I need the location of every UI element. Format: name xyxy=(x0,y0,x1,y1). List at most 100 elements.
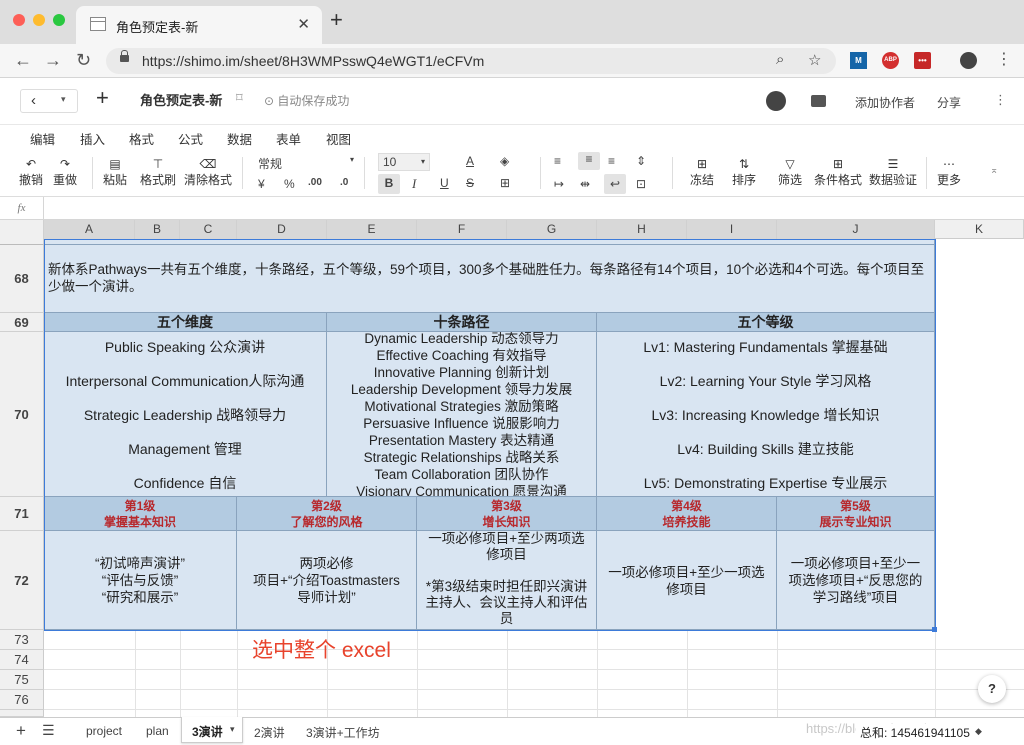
undo-button[interactable]: ↶ 撤销 xyxy=(16,157,46,188)
levels-cell[interactable]: Lv1: Mastering Fundamentals 掌握基础 Lv2: Le… xyxy=(597,332,935,497)
menu-view[interactable]: 视图 xyxy=(326,129,351,148)
sum-readout[interactable]: 总和: 145461941105 xyxy=(856,724,974,741)
sheet-grid[interactable]: 68 新体系Pathways一共有五个维度，十条路经，五个等级，59个项目，30… xyxy=(0,239,1024,717)
number-format-select[interactable]: 常规 ▾ xyxy=(258,155,354,172)
font-color-button[interactable]: A xyxy=(466,154,474,168)
sheet-tab-2[interactable]: 2演讲 xyxy=(254,724,285,741)
font-size-select[interactable]: 10 ▾ xyxy=(378,153,430,171)
level-3-header[interactable]: 第3级 增长知识 xyxy=(417,497,597,531)
collapse-toolbar-icon[interactable]: ⌅ xyxy=(990,165,998,176)
vertical-align-icon[interactable]: ⇕ xyxy=(636,154,646,168)
currency-button[interactable]: ¥ xyxy=(258,177,265,191)
level-2-body[interactable]: 两项必修 项目+“介绍Toastmasters 导师计划” xyxy=(237,531,417,630)
sheet-tab-plan[interactable]: plan xyxy=(146,724,169,738)
header-levels[interactable]: 五个等级 xyxy=(597,313,935,332)
level-3-body[interactable]: 一项必修项目+至少两项选 修项目 *第3级结束时担任即兴演讲 主持人、会议主持人… xyxy=(417,531,597,630)
paths-cell[interactable]: Dynamic Leadership 动态领导力 Effective Coach… xyxy=(327,332,597,497)
sheet-list-icon[interactable]: ☰ xyxy=(42,722,55,739)
increase-decimal-button[interactable]: .00 xyxy=(308,177,322,188)
data-validation-button[interactable]: ☰ 数据验证 xyxy=(866,157,920,188)
menu-formula[interactable]: 公式 xyxy=(178,129,203,148)
chevron-down-icon[interactable]: ◆ xyxy=(975,726,982,737)
freeze-button[interactable]: ⊞ 冻结 xyxy=(686,157,718,188)
forward-icon[interactable]: → xyxy=(44,50,62,71)
search-icon[interactable]: ⌕ xyxy=(776,51,784,68)
sort-button[interactable]: ⇅ 排序 xyxy=(728,157,760,188)
row-header-69[interactable]: 69 xyxy=(0,313,44,332)
formula-bar[interactable]: fx xyxy=(0,197,1024,220)
italic-button[interactable]: I xyxy=(412,176,416,192)
back-icon[interactable]: ← xyxy=(14,50,32,71)
row-header-74[interactable]: 74 xyxy=(0,650,44,670)
doc-title[interactable]: 角色预定表-新 xyxy=(140,90,222,109)
add-collaborator-button[interactable]: 添加协作者 xyxy=(855,94,915,111)
column-header-a[interactable]: A xyxy=(44,220,135,239)
level-5-body[interactable]: 一项必修项目+至少一 项选修项目+“反思您的 学习路线”项目 xyxy=(777,531,935,630)
minimize-window-button[interactable] xyxy=(33,14,45,26)
extension-dots-icon[interactable]: ••• xyxy=(914,52,931,69)
intro-cell[interactable]: 新体系Pathways一共有五个维度，十条路经，五个等级，59个项目，300多个… xyxy=(44,245,935,313)
percent-button[interactable]: % xyxy=(284,177,295,191)
align-right-icon[interactable]: ≡ xyxy=(608,154,615,168)
wrap-text-icon[interactable]: ↩ xyxy=(604,174,626,194)
format-painter-button[interactable]: ⊤ 格式刷 xyxy=(138,157,178,188)
close-tab-icon[interactable]: ✕ xyxy=(297,15,310,33)
menu-insert[interactable]: 插入 xyxy=(80,129,105,148)
level-2-header[interactable]: 第2级 了解您的风格 xyxy=(237,497,417,531)
profile-icon[interactable] xyxy=(960,52,977,69)
menu-format[interactable]: 格式 xyxy=(129,129,154,148)
sheet-tab-active[interactable]: 3演讲 ▾ xyxy=(181,717,243,743)
more-button[interactable]: ⋯ 更多 xyxy=(934,157,964,188)
redo-button[interactable]: ↷ 重做 xyxy=(50,157,80,188)
level-4-header[interactable]: 第4级 培养技能 xyxy=(597,497,777,531)
column-header-f[interactable]: F xyxy=(417,220,507,239)
level-1-header[interactable]: 第1级 掌握基本知识 xyxy=(44,497,237,531)
align-center-icon[interactable]: ≡ xyxy=(578,152,600,170)
bookmark-star-icon[interactable]: ☆ xyxy=(808,51,821,69)
column-header-g[interactable]: G xyxy=(507,220,597,239)
extension-m-icon[interactable]: M xyxy=(850,52,867,69)
new-doc-button[interactable]: + xyxy=(96,87,109,109)
url-field[interactable]: https://shimo.im/sheet/8H3WMPsswQ4eWGT1/… xyxy=(106,48,836,74)
row-header-68[interactable]: 68 xyxy=(0,245,44,313)
row-header-75[interactable]: 75 xyxy=(0,670,44,690)
sheet-tab-project[interactable]: project xyxy=(86,724,122,738)
row-header-71[interactable]: 71 xyxy=(0,497,44,531)
reload-icon[interactable]: ↻ xyxy=(76,50,91,71)
level-4-body[interactable]: 一项必修项目+至少一项选 修项目 xyxy=(597,531,777,630)
filter-button[interactable]: ▽ 筛选 xyxy=(774,157,806,188)
share-button[interactable]: 分享 xyxy=(937,94,961,111)
comment-icon[interactable] xyxy=(811,95,826,107)
row-header-70[interactable]: 70 xyxy=(0,332,44,497)
level-5-header[interactable]: 第5级 展示专业知识 xyxy=(777,497,935,531)
select-all-corner[interactable] xyxy=(0,220,44,239)
avatar[interactable] xyxy=(766,91,786,111)
column-header-e[interactable]: E xyxy=(327,220,417,239)
adblock-icon[interactable]: ABP xyxy=(882,52,899,69)
column-header-i[interactable]: I xyxy=(687,220,777,239)
fill-handle[interactable] xyxy=(932,627,937,632)
column-header-j[interactable]: J xyxy=(777,220,935,239)
column-header-h[interactable]: H xyxy=(597,220,687,239)
align-left-icon[interactable]: ≡ xyxy=(554,154,561,168)
row-header-76[interactable]: 76 xyxy=(0,690,44,710)
bold-button[interactable]: B xyxy=(378,174,400,194)
sheet-tab-3-workshop[interactable]: 3演讲+工作坊 xyxy=(306,724,380,741)
level-1-body[interactable]: “初试啼声演讲” “评估与反馈” “研究和展示” xyxy=(44,531,237,630)
header-paths[interactable]: 十条路径 xyxy=(327,313,597,332)
header-dims[interactable]: 五个维度 xyxy=(44,313,327,332)
column-header-c[interactable]: C xyxy=(180,220,237,239)
strikethrough-button[interactable]: S xyxy=(466,176,474,190)
maximize-window-button[interactable] xyxy=(53,14,65,26)
menu-data[interactable]: 数据 xyxy=(227,129,252,148)
back-menu-button[interactable]: ‹ ▾ xyxy=(20,89,78,113)
column-header-b[interactable]: B xyxy=(135,220,180,239)
column-header-k[interactable]: K xyxy=(935,220,1024,239)
column-header-d[interactable]: D xyxy=(237,220,327,239)
bookmark-icon[interactable]: ⌑ xyxy=(236,90,243,106)
text-clip-icon[interactable]: ⇹ xyxy=(580,177,590,191)
row-header-73[interactable]: 73 xyxy=(0,630,44,650)
help-icon[interactable]: ? xyxy=(978,675,1006,703)
menu-form[interactable]: 表单 xyxy=(276,129,301,148)
row-header-72[interactable]: 72 xyxy=(0,531,44,630)
